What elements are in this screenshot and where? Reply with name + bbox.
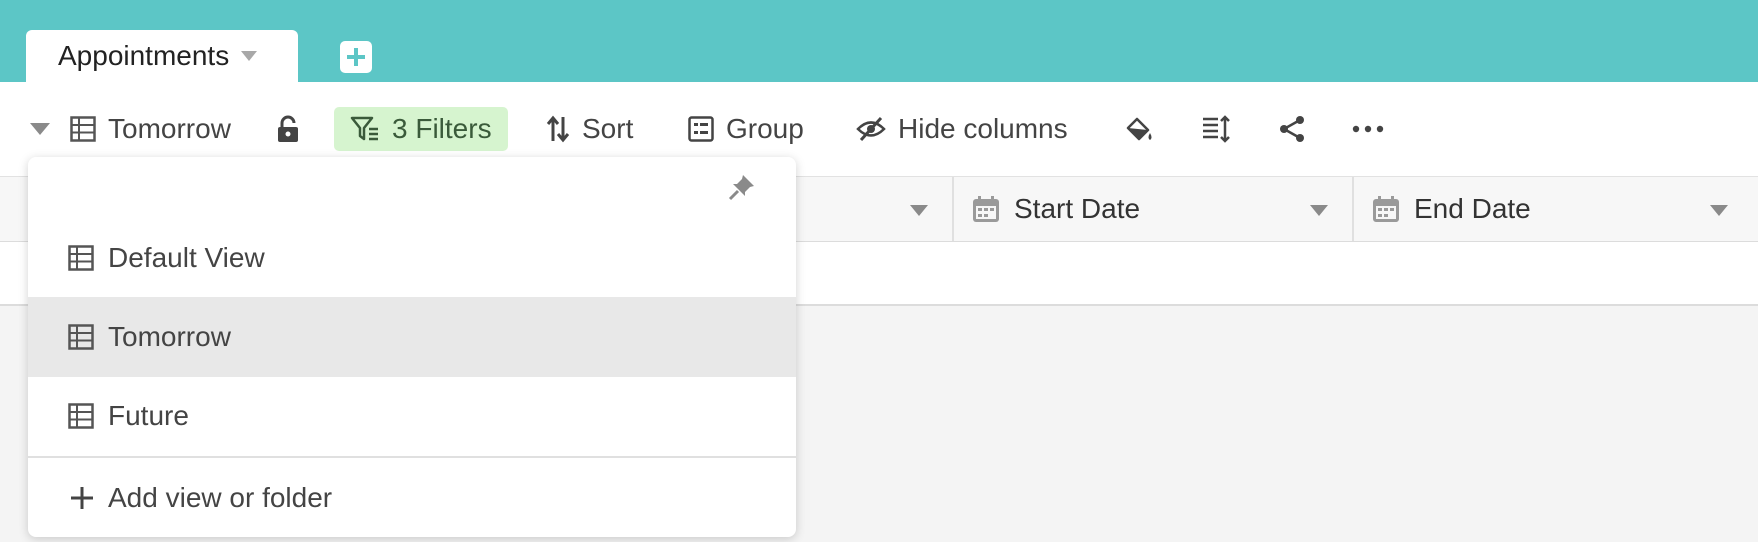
current-view-button[interactable]: Tomorrow [70,107,231,151]
view-item-label: Tomorrow [108,321,231,352]
more-button[interactable] [1352,107,1384,151]
group-icon [688,116,714,142]
column-header-start-date[interactable]: Start Date [952,177,1352,241]
view-item-future[interactable]: Future [28,376,796,456]
view-item-default[interactable]: Default View [28,218,796,298]
share-icon [1280,116,1304,142]
view-item-label: Future [108,400,189,431]
tab-appointments[interactable]: Appointments [26,30,298,82]
column-header-end-date[interactable]: End Date [1352,177,1752,241]
filters-label: 3 Filters [392,113,492,144]
plus-icon [71,487,93,509]
group-button[interactable]: Group [688,107,804,151]
sort-icon [546,115,570,143]
lock-view-button[interactable] [276,107,300,151]
column-label: Start Date [1014,193,1141,224]
filter-icon [350,116,378,141]
pin-button[interactable] [728,173,756,206]
chevron-down-icon[interactable] [1310,205,1328,216]
hide-columns-button[interactable]: Hide columns [856,107,1068,151]
grid-icon [68,403,94,429]
add-view-button[interactable]: Add view or folder [28,459,796,537]
add-view-label: Add view or folder [108,482,333,513]
paint-bucket-icon [1126,117,1152,141]
sort-button[interactable]: Sort [546,107,633,151]
pin-icon [728,175,754,201]
chevron-down-icon[interactable] [241,51,258,61]
view-switcher-toggle[interactable] [30,107,50,151]
color-button[interactable] [1124,107,1154,151]
chevron-down-icon [30,123,50,135]
group-label: Group [726,113,804,144]
add-table-button[interactable] [340,41,372,73]
grid-icon [68,245,94,271]
eye-slash-icon [856,116,886,142]
row-height-icon [1203,115,1230,143]
more-icon [1352,125,1384,133]
grid-icon [68,324,94,350]
menu-divider [28,456,796,458]
calendar-icon [1373,196,1399,222]
chevron-down-icon[interactable] [1710,205,1728,216]
grid-icon [70,116,96,142]
hide-columns-label: Hide columns [898,113,1068,144]
table-tab-bar: Appointments [0,0,1758,82]
chevron-down-icon[interactable] [910,205,928,216]
view-switcher-menu: Default View Tomorrow Future Add view or… [28,157,796,537]
column-label: End Date [1414,193,1531,224]
current-view-label: Tomorrow [108,113,231,144]
calendar-icon [973,196,999,222]
view-item-label: Default View [108,242,265,273]
sort-label: Sort [582,113,634,144]
share-button[interactable] [1278,107,1306,151]
filters-button[interactable]: 3 Filters [334,107,508,151]
plus-icon [347,48,365,66]
lock-icon [278,115,298,142]
view-item-tomorrow[interactable]: Tomorrow [28,297,796,377]
tab-label: Appointments [58,40,230,71]
row-height-button[interactable] [1202,107,1230,151]
